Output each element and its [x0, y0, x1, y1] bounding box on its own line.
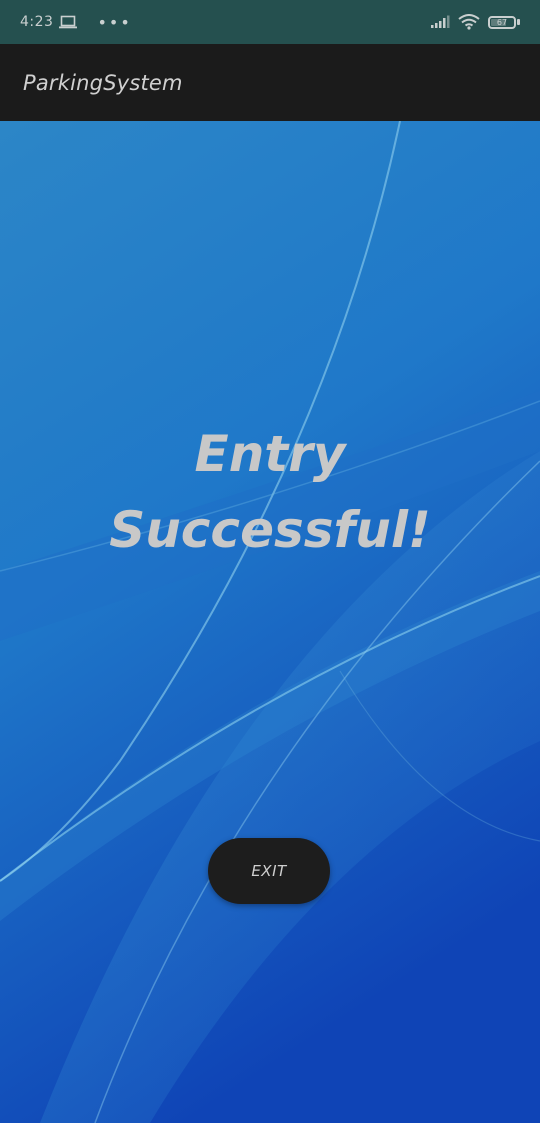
battery-level: 67 — [496, 17, 508, 27]
wifi-icon — [458, 14, 480, 30]
battery-icon: 67 — [488, 15, 520, 29]
main-content: Entry Successful! EXIT — [0, 121, 540, 1123]
battery-cap — [517, 19, 520, 25]
app-title: ParkingSystem — [23, 70, 183, 95]
message-line-1: Entry — [194, 425, 346, 483]
message-line-2: Successful! — [109, 501, 431, 559]
status-time: 4:23 — [20, 14, 54, 30]
status-left: 4:23 ••• — [20, 13, 132, 32]
screen: 4:23 ••• 67 ParkingSystem Entry Successf… — [0, 0, 540, 1123]
status-bar: 4:23 ••• 67 — [0, 0, 540, 44]
more-notifications-icon: ••• — [97, 12, 132, 32]
signal-icon — [431, 15, 450, 28]
exit-button[interactable]: EXIT — [208, 838, 330, 904]
status-right: 67 — [430, 14, 520, 30]
entry-success-message: Entry Successful! — [0, 416, 540, 568]
laptop-icon — [59, 15, 78, 29]
battery-body: 67 — [488, 15, 516, 29]
app-bar: ParkingSystem — [0, 44, 540, 121]
